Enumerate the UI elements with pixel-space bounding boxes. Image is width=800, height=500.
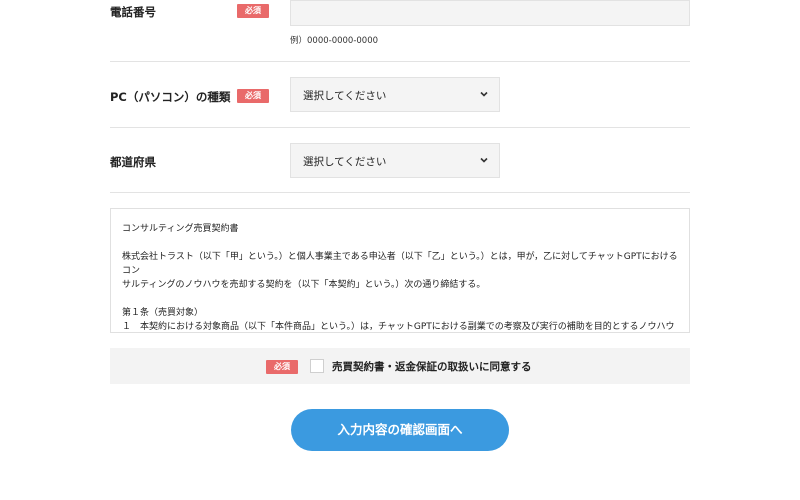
contract-paragraph: サルティングのノウハウを売却する契約を（以下「本契約」という。）次の通り締結する… <box>122 280 486 290</box>
contract-title: コンサルティング売買契約書 <box>122 224 239 234</box>
form-page: 電話番号 必須 例）0000-0000-0000 PC（パソコン）の種類 必須 … <box>0 0 800 500</box>
pc-type-selected: 選択してください <box>303 90 387 102</box>
required-badge: 必須 <box>266 360 298 374</box>
contract-text-box[interactable]: コンサルティング売買契約書 株式会社トラスト（以下「甲」という。）と個人事業主で… <box>110 208 690 333</box>
chevron-down-icon <box>480 91 488 97</box>
phone-hint: 例）0000-0000-0000 <box>290 36 379 46</box>
prefecture-row: 都道府県 選択してください <box>110 127 690 193</box>
contract-article-title: 第１条（売買対象） <box>122 308 204 318</box>
pc-type-label: PC（パソコン）の種類 <box>110 90 231 104</box>
agreement-bar: 必須 売買契約書・返金保証の取扱いに同意する <box>110 348 690 384</box>
phone-label: 電話番号 <box>110 5 156 19</box>
phone-input[interactable] <box>290 0 690 26</box>
pc-type-select[interactable]: 選択してください <box>290 77 500 112</box>
agreement-label[interactable]: 売買契約書・返金保証の取扱いに同意する <box>332 359 532 374</box>
contract-article-text: １ 本契約における対象商品（以下「本件商品」という。）は，チャットGPTにおける… <box>122 322 675 332</box>
agreement-checkbox[interactable] <box>310 359 324 373</box>
contract-paragraph: 株式会社トラスト（以下「甲」という。）と個人事業主である申込者（以下「乙」という… <box>122 252 678 276</box>
chevron-down-icon <box>480 157 488 163</box>
pc-type-row: PC（パソコン）の種類 必須 選択してください <box>110 61 690 128</box>
required-badge: 必須 <box>237 4 269 18</box>
required-badge: 必須 <box>237 89 269 103</box>
confirm-submit-button[interactable]: 入力内容の確認画面へ <box>291 409 509 451</box>
prefecture-select[interactable]: 選択してください <box>290 143 500 178</box>
prefecture-label: 都道府県 <box>110 155 156 169</box>
phone-row: 電話番号 必須 例）0000-0000-0000 <box>110 0 690 62</box>
prefecture-selected: 選択してください <box>303 156 387 168</box>
